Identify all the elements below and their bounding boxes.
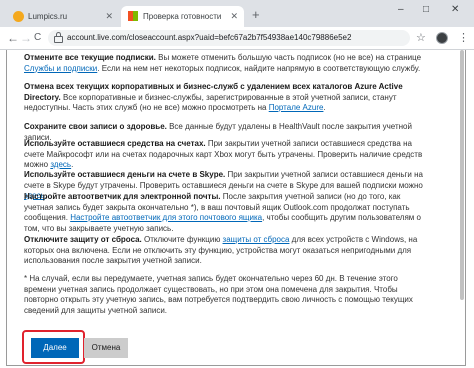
minimize-icon[interactable]: – <box>398 4 404 15</box>
item-title: Используйте оставшиеся средства на счета… <box>24 139 206 148</box>
reset-protection-link[interactable]: защиты от сброса <box>223 235 290 244</box>
scrollbar[interactable] <box>460 50 464 300</box>
close-tab-icon[interactable]: ✕ <box>230 6 238 27</box>
avatar[interactable] <box>436 32 448 44</box>
back-icon[interactable]: ← <box>7 29 19 47</box>
new-tab-icon[interactable]: + <box>252 6 260 24</box>
item-title: Сохраните свои записи о здоровье. <box>24 122 167 131</box>
close-tab-icon[interactable]: ✕ <box>105 6 113 27</box>
tab-title: Проверка готовности <box>143 12 222 21</box>
page-content: Отмените все текущие подписки. Вы можете… <box>0 50 474 368</box>
browser-toolbar: ← → C account.live.com/closeaccount.aspx… <box>0 27 474 50</box>
tab-lumpics[interactable]: Lumpics.ru ✕ <box>6 6 119 27</box>
microsoft-favicon-icon <box>128 11 138 21</box>
list-item: Настройте автоответчик для электронной п… <box>24 192 421 233</box>
address-bar[interactable]: account.live.com/closeaccount.aspx?uaid=… <box>48 30 410 46</box>
star-icon[interactable]: ☆ <box>416 30 426 46</box>
item-title: Настройте автоответчик для электронной п… <box>24 192 221 201</box>
url-text[interactable]: account.live.com/closeaccount.aspx?uaid=… <box>67 30 351 46</box>
cancel-button[interactable]: Отмена <box>84 338 128 358</box>
close-window-icon[interactable]: ✕ <box>451 4 459 15</box>
lumpics-favicon-icon <box>13 11 24 22</box>
reload-icon[interactable]: C <box>34 29 41 47</box>
tab-strip: Lumpics.ru ✕ Проверка готовности ✕ + – □… <box>0 0 474 27</box>
next-button[interactable]: Далее <box>31 338 79 358</box>
item-title: Используйте оставшиеся деньги на счете в… <box>24 170 226 179</box>
list-item: Отключите защиту от сброса. Отключите фу… <box>24 235 418 265</box>
list-item: Отмена всех текущих корпоративных и бизн… <box>24 82 403 112</box>
list-item: Используйте оставшиеся средства на счета… <box>24 139 423 169</box>
azure-portal-link[interactable]: Портале Azure <box>269 103 324 112</box>
autoreply-link[interactable]: Настройте автоответчик для этого почтово… <box>70 213 262 222</box>
list-item: Отмените все текущие подписки. Вы можете… <box>24 53 422 73</box>
menu-icon[interactable]: ⋮ <box>458 30 469 46</box>
tab-title: Lumpics.ru <box>28 12 68 21</box>
forward-icon[interactable]: → <box>20 29 32 47</box>
item-title: Отмените все текущие подписки. <box>24 53 156 62</box>
tab-closeaccount[interactable]: Проверка готовности ✕ <box>121 6 244 27</box>
maximize-icon[interactable]: □ <box>423 4 429 15</box>
item-title: Отключите защиту от сброса. <box>24 235 142 244</box>
lock-icon[interactable] <box>54 32 63 43</box>
services-link[interactable]: Службы и подписки <box>24 64 97 73</box>
footnote: * На случай, если вы передумаете, учетна… <box>24 274 413 315</box>
balance-link[interactable]: здесь <box>50 160 71 169</box>
